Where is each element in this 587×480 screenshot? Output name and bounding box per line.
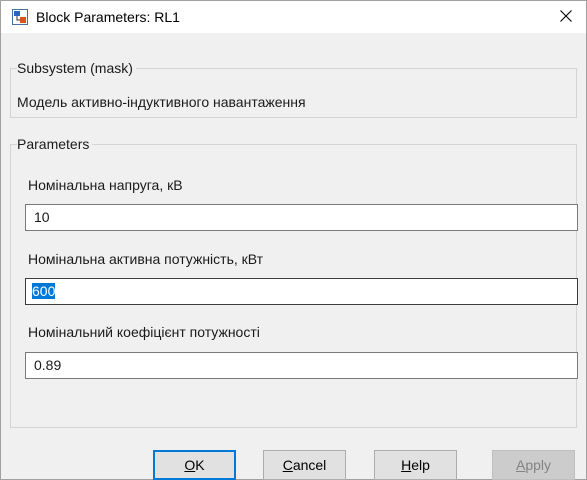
help-mnemonic: H: [401, 457, 412, 473]
voltage-input[interactable]: 10: [25, 204, 578, 231]
window-title: Block Parameters: RL1: [36, 9, 180, 25]
apply-label-rest: pply: [525, 457, 552, 473]
voltage-value: 10: [34, 209, 50, 225]
close-button[interactable]: [546, 1, 586, 33]
cancel-mnemonic: C: [282, 457, 293, 473]
ok-mnemonic: O: [184, 457, 196, 473]
mask-description: Модель активно-індуктивного навантаження: [17, 94, 306, 110]
voltage-label: Номінальна напруга, кВ: [28, 177, 183, 193]
simulink-block-icon: [12, 9, 28, 25]
help-label-rest: elp: [411, 457, 430, 473]
active-power-label: Номінальна активна потужність, кВт: [28, 251, 264, 267]
title-bar[interactable]: Block Parameters: RL1: [1, 1, 586, 33]
parameters-group-divider: [10, 144, 577, 145]
ok-label-rest: K: [195, 457, 205, 473]
active-power-input[interactable]: 600: [25, 278, 578, 305]
active-power-value: 600: [32, 283, 56, 299]
ok-button[interactable]: OK: [153, 450, 236, 480]
apply-button[interactable]: Apply: [492, 450, 575, 480]
block-parameters-dialog: Block Parameters: RL1 Subsystem (mask) М…: [0, 0, 587, 480]
mask-group-legend: Subsystem (mask): [17, 60, 136, 76]
power-factor-input[interactable]: 0.89: [25, 352, 578, 379]
close-icon: [560, 9, 572, 25]
parameters-group-legend: Parameters: [17, 136, 93, 152]
mask-group: Subsystem (mask) Модель активно-індуктив…: [10, 60, 577, 118]
cancel-label-rest: ancel: [292, 457, 327, 473]
apply-mnemonic: A: [515, 457, 526, 473]
cancel-button[interactable]: Cancel: [263, 450, 346, 480]
help-button[interactable]: Help: [374, 450, 457, 480]
power-factor-value: 0.89: [34, 357, 62, 373]
power-factor-label: Номінальний коефіцієнт потужності: [28, 324, 260, 340]
